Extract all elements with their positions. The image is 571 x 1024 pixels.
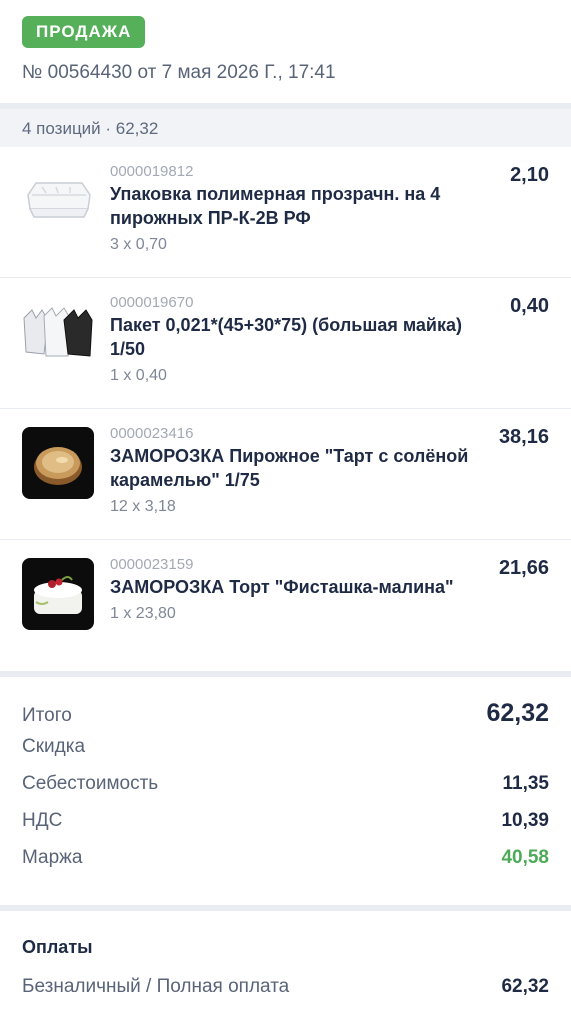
- item-code: 0000023416: [110, 425, 194, 442]
- cost-label: Себестоимость: [22, 773, 159, 794]
- receipt-header: ПРОДАЖА № 00564430 от 7 мая 2026 Г., 17:…: [0, 0, 571, 103]
- totals-section: Итого 62,32 Скидка Себестоимость 11,35 Н…: [0, 677, 571, 905]
- item-price: 21,66: [498, 557, 549, 579]
- item-name: ЗАМОРОЗКА Пирожное "Тарт с солёной карам…: [110, 446, 469, 490]
- cake-icon: [22, 558, 94, 630]
- sale-badge: ПРОДАЖА: [22, 16, 146, 48]
- item-quantity: 12 x 3,18: [110, 498, 176, 515]
- vat-row: НДС 10,39: [22, 810, 549, 847]
- discount-row: Скидка: [22, 736, 549, 773]
- item-name: Пакет 0,021*(45+30*75) (большая майка) 1…: [110, 315, 463, 359]
- item-price: 38,16: [498, 426, 549, 448]
- item-code: 0000019812: [110, 163, 194, 180]
- vat-label: НДС: [22, 810, 63, 831]
- margin-label: Маржа: [22, 847, 83, 868]
- item-name: ЗАМОРОЗКА Торт "Фисташка-малина": [110, 577, 454, 597]
- margin-row: Маржа 40,58: [22, 847, 549, 884]
- discount-label: Скидка: [22, 736, 86, 757]
- total-value: 62,32: [486, 699, 549, 727]
- list-item[interactable]: 0000023416 ЗАМОРОЗКА Пирожное "Тарт с со…: [0, 409, 571, 540]
- list-item[interactable]: 0000023159 ЗАМОРОЗКА Торт "Фисташка-мали…: [0, 540, 571, 671]
- list-item[interactable]: 0000019812 Упаковка полимерная прозрачн.…: [0, 147, 571, 278]
- item-name: Упаковка полимерная прозрачн. на 4 пирож…: [110, 184, 441, 228]
- tart-icon: [22, 427, 94, 499]
- item-price: 2,10: [510, 164, 549, 186]
- document-title: № 00564430 от 7 мая 2026 Г., 17:41: [22, 62, 336, 83]
- item-quantity: 3 x 0,70: [110, 236, 167, 253]
- cost-value: 11,35: [502, 773, 550, 794]
- items-summary: 4 позиций · 62,32: [0, 109, 571, 147]
- total-label: Итого: [22, 705, 72, 726]
- plastic-container-icon: [22, 165, 94, 237]
- item-quantity: 1 x 0,40: [110, 367, 167, 384]
- plastic-bags-icon: [22, 296, 94, 368]
- payments-section: Оплаты Безналичный / Полная оплата 62,32: [0, 911, 571, 1024]
- list-item[interactable]: 0000019670 Пакет 0,021*(45+30*75) (больш…: [0, 278, 571, 409]
- total-row: Итого 62,32: [22, 699, 549, 736]
- cost-row: Себестоимость 11,35: [22, 773, 549, 810]
- item-code: 0000019670: [110, 294, 194, 311]
- payment-row: Безналичный / Полная оплата 62,32: [22, 976, 549, 998]
- item-code: 0000023159: [110, 556, 194, 573]
- payments-title: Оплаты: [22, 937, 93, 957]
- payment-amount: 62,32: [501, 976, 549, 997]
- item-quantity: 1 x 23,80: [110, 605, 176, 622]
- payment-method: Безналичный / Полная оплата: [22, 976, 290, 997]
- margin-value: 40,58: [501, 847, 549, 868]
- item-price: 0,40: [510, 295, 549, 317]
- vat-value: 10,39: [501, 810, 549, 831]
